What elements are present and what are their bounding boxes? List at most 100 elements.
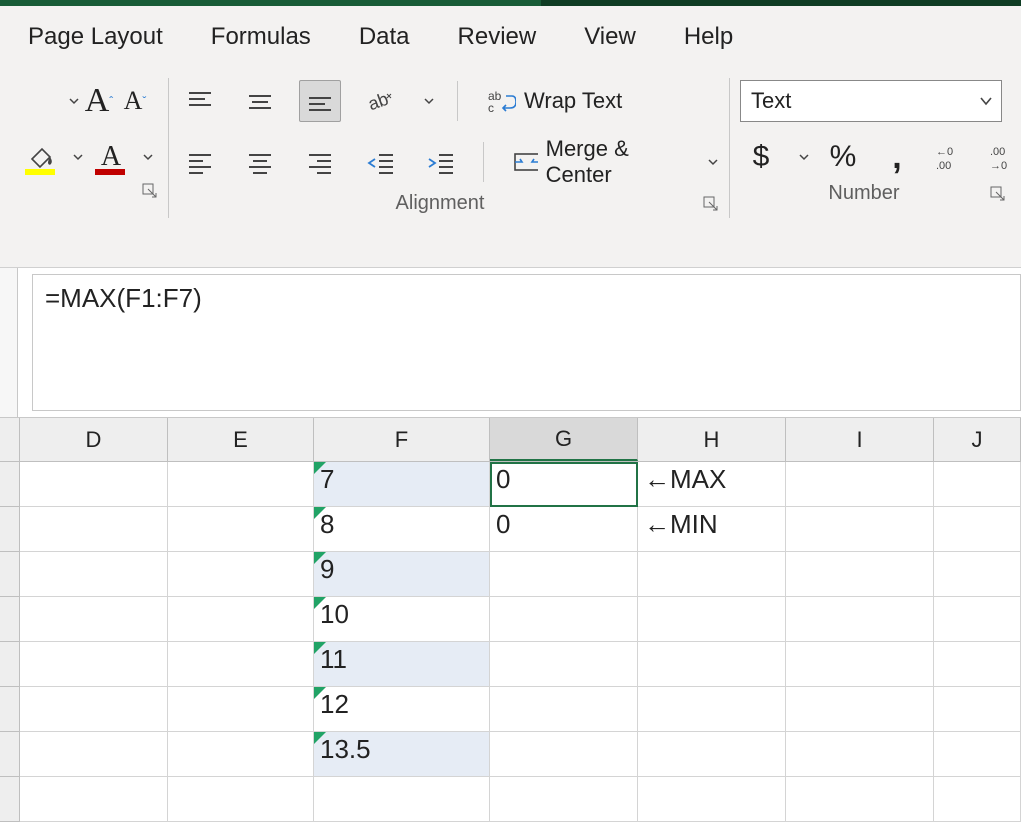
column-header-E[interactable]: E [168,418,314,461]
tab-help[interactable]: Help [684,23,733,51]
tab-page-layout[interactable]: Page Layout [28,23,163,51]
cell-J5[interactable] [934,642,1021,687]
column-header-D[interactable]: D [20,418,168,461]
comma-style-button[interactable]: , [876,136,918,178]
column-header-I[interactable]: I [786,418,934,461]
fill-color-dropdown-icon[interactable] [72,148,84,166]
cell-E2[interactable] [168,507,314,552]
number-format-dropdown[interactable]: Text [740,80,1002,122]
align-middle-button[interactable] [239,80,281,122]
cell-E3[interactable] [168,552,314,597]
column-header-G[interactable]: G [490,418,638,461]
cell-I8[interactable] [786,777,934,822]
cell-E8[interactable] [168,777,314,822]
increase-decimal-button[interactable]: ←0.00 [930,136,972,178]
orientation-dropdown-icon[interactable] [423,92,435,110]
cell-I3[interactable] [786,552,934,597]
align-center-button[interactable] [239,141,281,183]
cell-H2[interactable]: ←MIN [638,507,786,552]
accounting-format-dropdown-icon[interactable] [798,148,810,166]
column-header-H[interactable]: H [638,418,786,461]
cell-F4[interactable]: 10 [314,597,490,642]
cell-G8[interactable] [490,777,638,822]
cell-D7[interactable] [20,732,168,777]
tab-data[interactable]: Data [359,23,410,51]
cell-H6[interactable] [638,687,786,732]
row-header[interactable] [0,597,20,642]
font-color-dropdown-icon[interactable] [142,148,154,166]
number-group-launcher-icon[interactable] [990,185,1008,203]
row-header[interactable] [0,642,20,687]
percent-style-button[interactable]: % [822,136,864,178]
cell-H3[interactable] [638,552,786,597]
cell-G4[interactable] [490,597,638,642]
align-top-button[interactable] [179,80,221,122]
cell-I6[interactable] [786,687,934,732]
cell-G7[interactable] [490,732,638,777]
cell-D3[interactable] [20,552,168,597]
cell-J8[interactable] [934,777,1021,822]
row-header[interactable] [0,687,20,732]
row-header[interactable] [0,732,20,777]
cell-H1[interactable]: ←MAX [638,462,786,507]
font-group-launcher-icon[interactable] [142,182,160,200]
cell-G5[interactable] [490,642,638,687]
cell-D5[interactable] [20,642,168,687]
cell-G3[interactable] [490,552,638,597]
cell-J6[interactable] [934,687,1021,732]
tab-formulas[interactable]: Formulas [211,23,311,51]
decrease-decimal-button[interactable]: .00→0 [984,136,1021,178]
cell-I1[interactable] [786,462,934,507]
cell-F2[interactable]: 8 [314,507,490,552]
wrap-text-button[interactable]: abc Wrap Text [480,80,628,122]
cell-E1[interactable] [168,462,314,507]
row-header[interactable] [0,552,20,597]
cell-F3[interactable]: 9 [314,552,490,597]
decrease-font-size-button[interactable]: Aˇ [118,80,152,122]
cell-J1[interactable] [934,462,1021,507]
worksheet-grid[interactable]: D E F G H I J 7 0 ←MAX 8 0 ←MIN [0,418,1021,822]
alignment-group-launcher-icon[interactable] [703,195,721,213]
tab-view[interactable]: View [584,23,636,51]
cell-J4[interactable] [934,597,1021,642]
row-header[interactable] [0,777,20,822]
cell-E4[interactable] [168,597,314,642]
increase-indent-button[interactable] [419,141,461,183]
align-left-button[interactable] [179,141,221,183]
merge-center-button[interactable]: Merge & Center [506,136,685,188]
font-size-dropdown-icon[interactable] [68,92,80,110]
cell-D2[interactable] [20,507,168,552]
cell-F7[interactable]: 13.5 [314,732,490,777]
formula-bar[interactable]: =MAX(F1:F7) [32,274,1021,411]
cell-J2[interactable] [934,507,1021,552]
fill-color-button[interactable] [20,136,62,178]
cell-J3[interactable] [934,552,1021,597]
cell-F1[interactable]: 7 [314,462,490,507]
align-right-button[interactable] [299,141,341,183]
cell-F5[interactable]: 11 [314,642,490,687]
decrease-indent-button[interactable] [359,141,401,183]
cell-I4[interactable] [786,597,934,642]
cell-H4[interactable] [638,597,786,642]
cell-F6[interactable]: 12 [314,687,490,732]
row-header[interactable] [0,507,20,552]
merge-center-dropdown-icon[interactable] [707,153,719,171]
cell-H8[interactable] [638,777,786,822]
orientation-button[interactable]: ab [359,80,401,122]
cell-E6[interactable] [168,687,314,732]
cell-D6[interactable] [20,687,168,732]
cell-G1[interactable]: 0 [490,462,638,507]
cell-J7[interactable] [934,732,1021,777]
accounting-format-button[interactable]: $ [740,136,782,178]
align-bottom-button[interactable] [299,80,341,122]
cell-G2[interactable]: 0 [490,507,638,552]
font-color-button[interactable]: A [90,136,132,178]
column-header-J[interactable]: J [934,418,1021,461]
cell-I7[interactable] [786,732,934,777]
cell-D1[interactable] [20,462,168,507]
cell-E5[interactable] [168,642,314,687]
tab-review[interactable]: Review [458,23,537,51]
cell-I5[interactable] [786,642,934,687]
cell-H5[interactable] [638,642,786,687]
cell-E7[interactable] [168,732,314,777]
